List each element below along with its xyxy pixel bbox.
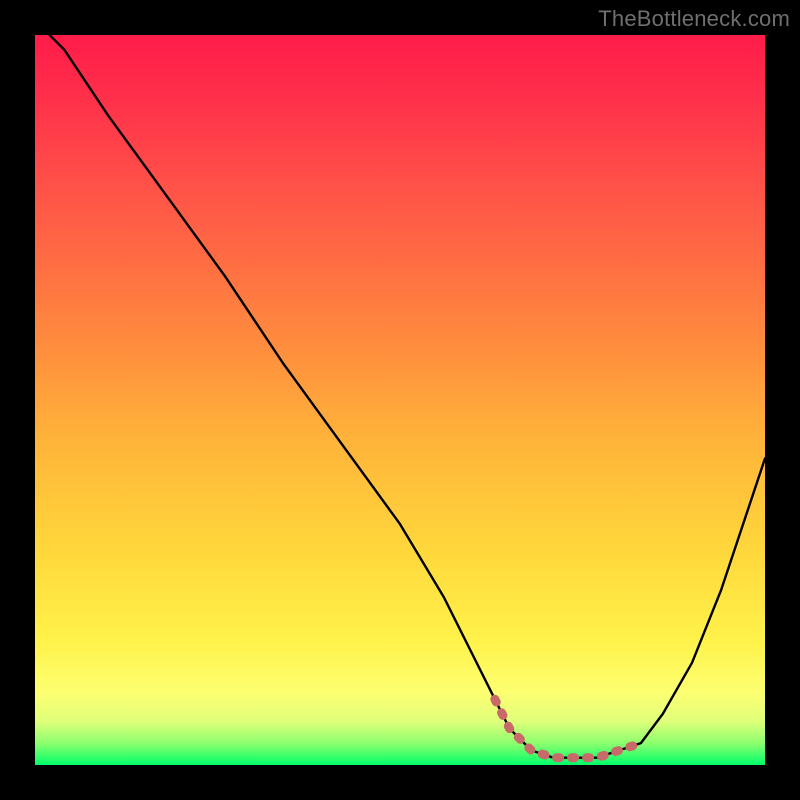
bottleneck-curve [35, 35, 765, 758]
plot-area [35, 35, 765, 765]
trough-marker [495, 699, 641, 757]
curve-layer [35, 35, 765, 765]
chart-frame: TheBottleneck.com [0, 0, 800, 800]
attribution-text: TheBottleneck.com [598, 6, 790, 32]
